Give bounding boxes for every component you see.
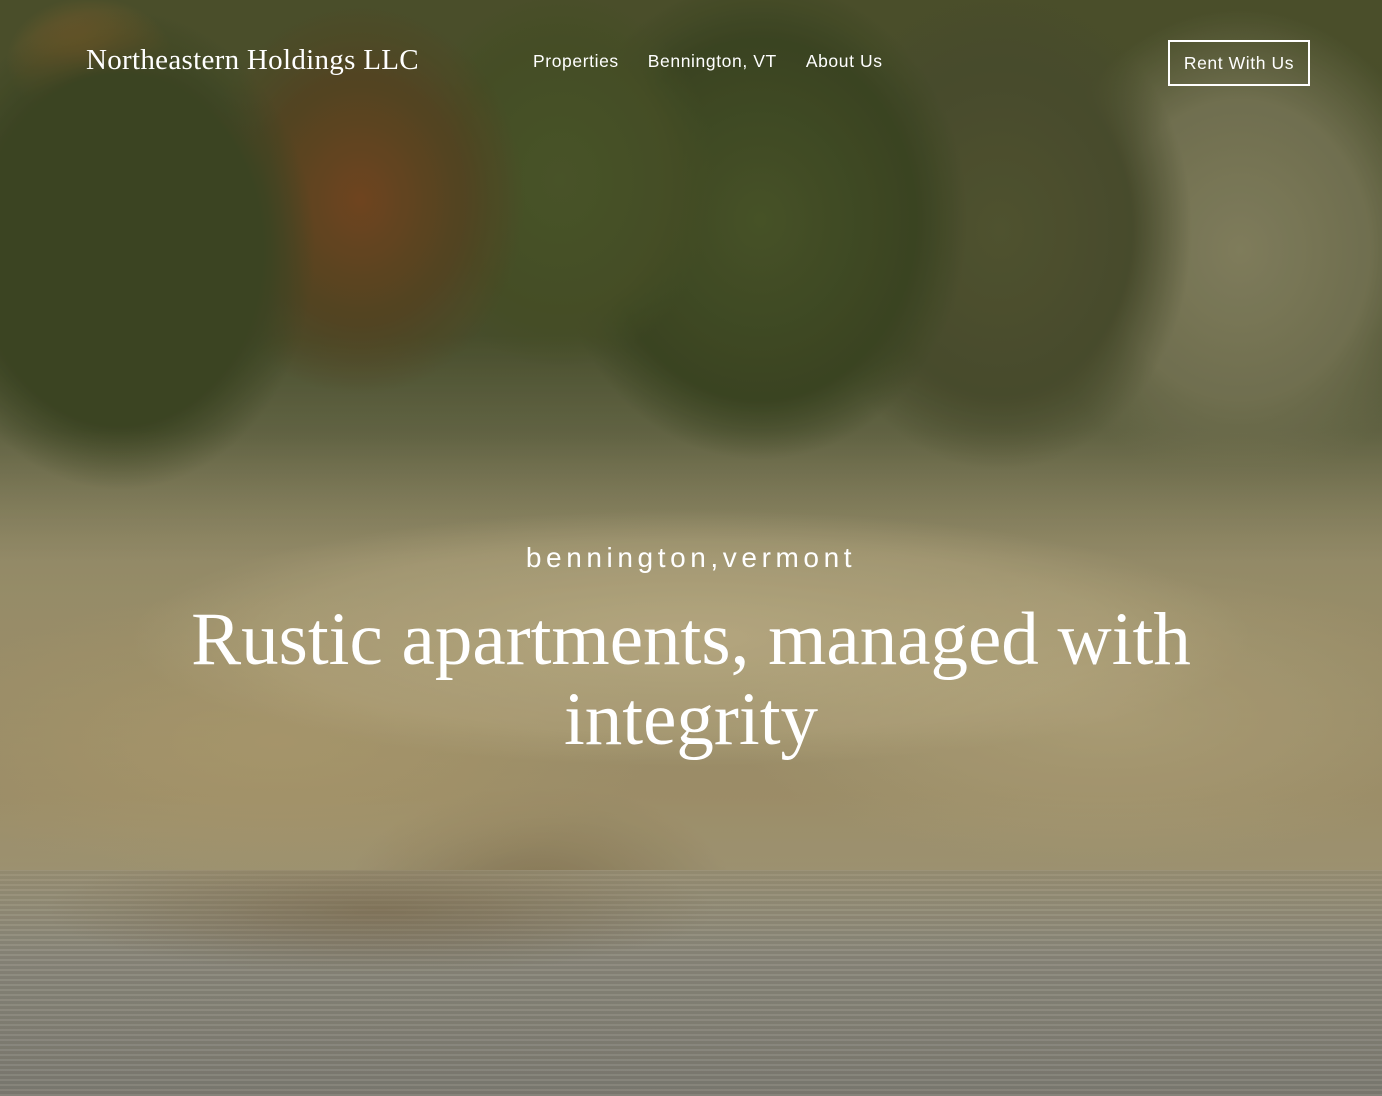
hero-eyebrow: bennington,vermont (525, 542, 857, 573)
main-nav: Properties Bennington, VT About Us (533, 51, 883, 72)
nav-link-about-us[interactable]: About Us (806, 51, 883, 72)
hero-headline: Rustic apartments, managed with integrit… (191, 598, 1191, 761)
nav-link-bennington-vt[interactable]: Bennington, VT (648, 51, 777, 72)
nav-link-properties[interactable]: Properties (533, 51, 619, 72)
rent-with-us-button[interactable]: Rent With Us (1168, 40, 1310, 86)
site-logo-link[interactable]: Northeastern Holdings LLC (86, 44, 419, 77)
site-header: Northeastern Holdings LLC Properties Ben… (0, 0, 1382, 124)
